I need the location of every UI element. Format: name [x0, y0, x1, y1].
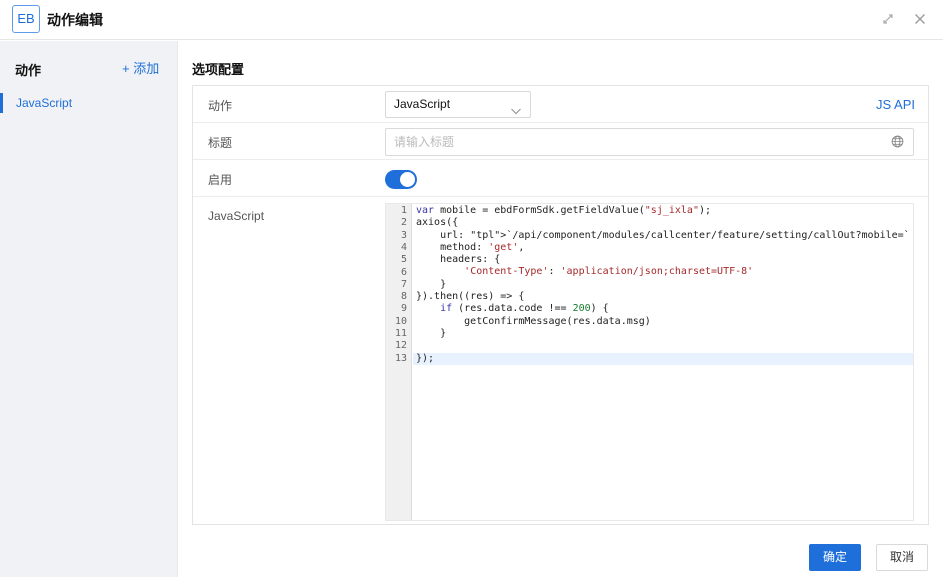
code-line: }).then((res) => {	[416, 291, 525, 303]
action-select-value: JavaScript	[394, 97, 451, 111]
sidebar-item-javascript[interactable]: JavaScript	[0, 93, 178, 113]
code-editor[interactable]: 1 2 3 4 5 6 7 8 9 10 11 12 13 var mobile = ebdFormSd…	[385, 203, 914, 521]
close-icon[interactable]	[912, 11, 928, 27]
sidebar-title: 动作	[15, 63, 42, 78]
title-label: 标题	[208, 136, 233, 150]
code-line: 'Content-Type': 'application/json;charse…	[464, 266, 754, 278]
cancel-button[interactable]: 取消	[876, 544, 928, 571]
code-line: url: "tpl">`/api/component/modules/callc…	[416, 229, 910, 241]
line-number-gutter: 1 2 3 4 5 6 7 8 9 10 11 12 13	[386, 204, 412, 520]
enabled-toggle[interactable]	[385, 170, 417, 189]
line-number: 7	[400, 278, 407, 290]
line-number: 13	[394, 352, 407, 364]
app-logo: EB	[12, 5, 40, 33]
toggle-knob	[400, 172, 415, 187]
line-number: 4	[400, 241, 407, 253]
code-line: headers: {	[416, 254, 501, 266]
line-number: 2	[400, 217, 407, 229]
code-line: getConfirmMessage(res.data.msg)	[416, 315, 651, 327]
title-input[interactable]	[385, 128, 914, 156]
line-number: 5	[400, 254, 407, 266]
line-number: 10	[394, 315, 407, 327]
code-line: }	[416, 278, 447, 290]
code-line: });	[416, 352, 435, 364]
dialog-title: 动作编辑	[47, 12, 103, 28]
enabled-row: 启用	[193, 160, 928, 197]
js-api-link[interactable]: JS API	[876, 97, 915, 112]
action-label: 动作	[208, 99, 233, 113]
expand-icon[interactable]	[880, 11, 896, 27]
action-edit-dialog: EB 动作编辑 动作 + 添加 JavaScript 选项配置 动作 JavaS…	[0, 0, 943, 577]
confirm-button[interactable]: 确定	[809, 544, 861, 571]
chevron-down-icon	[510, 100, 522, 125]
title-bar: EB 动作编辑	[0, 0, 943, 40]
enabled-label: 启用	[208, 173, 233, 187]
code-content: var mobile = ebdFormSdk.getFieldValue("s…	[416, 205, 913, 365]
code-line: if (res.data.code !== 200) {	[440, 303, 609, 315]
line-number: 11	[394, 328, 407, 339]
line-number: 9	[400, 303, 407, 315]
line-number: 1	[400, 205, 407, 216]
globe-icon[interactable]	[891, 135, 904, 151]
action-sidebar: 动作 + 添加 JavaScript	[0, 41, 178, 577]
code-line: axios({	[416, 217, 459, 229]
line-number: 6	[400, 266, 407, 278]
code-line: method: 'get',	[416, 241, 525, 253]
code-line: var mobile = ebdFormSdk.getFieldValue("s…	[416, 205, 712, 216]
line-number: 12	[394, 340, 407, 352]
options-panel: 动作 JavaScript JS API 标题 启用 JavaScript	[192, 85, 929, 525]
line-number: 3	[400, 229, 407, 241]
title-row: 标题	[193, 123, 928, 160]
line-number: 8	[400, 291, 407, 303]
action-row: 动作 JavaScript JS API	[193, 86, 928, 123]
add-action-button[interactable]: + 添加	[122, 58, 159, 77]
javascript-label: JavaScript	[208, 209, 265, 223]
action-select[interactable]: JavaScript	[385, 91, 531, 118]
code-line: }	[416, 327, 447, 339]
section-title: 选项配置	[192, 62, 245, 77]
